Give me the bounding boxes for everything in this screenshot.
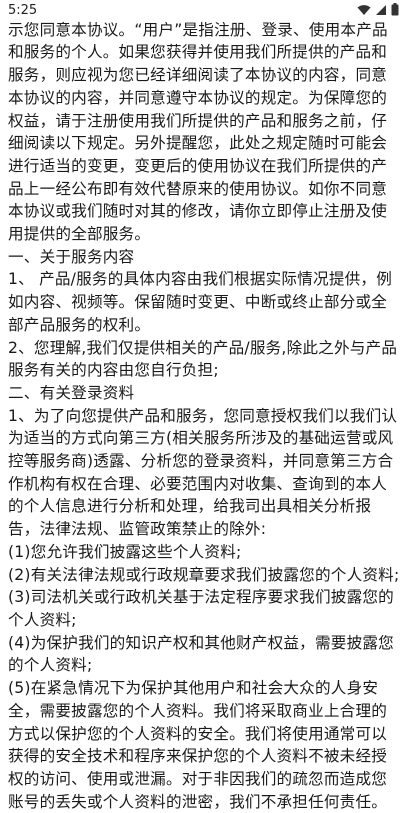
- disclosure-item-5: (5)在紧急情况下为保护其他用户和社会大众的人身安全，需要披露您的个人资料。我们…: [8, 679, 388, 811]
- login-clause-1: 1、为了向您提供产品和服务，您同意授权我们以我们认为适当的方式向第三方(相关服务…: [8, 406, 398, 539]
- section-heading-login-info: 二、有关登录资料: [8, 383, 135, 402]
- disclosure-item-3: (3)司法机关或行政机关基于法定程序要求我们披露您的个人资料;: [8, 588, 394, 629]
- agreement-content: 品和服务，请仔细阅读本协议。您的注册及使用行为表示您同意本协议。“用户”是指注册…: [8, 0, 401, 813]
- disclosure-item-1: (1)您允许我们披露这些个人资料;: [8, 542, 242, 561]
- section-heading-service-content: 一、关于服务内容: [8, 247, 135, 266]
- wifi-icon: [357, 1, 371, 20]
- agreement-intro: 品和服务，请仔细阅读本协议。您的注册及使用行为表示您同意本协议。“用户”是指注册…: [8, 0, 388, 244]
- battery-icon: [391, 1, 399, 20]
- status-time: 5:25: [8, 2, 38, 18]
- service-clause-2: 2、您理解,我们仅提供相关的产品/服务,除此之外与产品服务有关的内容由您自行负担…: [8, 338, 398, 380]
- disclosure-item-2: (2)有关法律法规或行政规章要求我们披露您的个人资料;: [8, 565, 400, 584]
- service-clause-1: 1、 产品/服务的具体内容由我们根据实际情况提供，例如内容、视频等。保留随时变更…: [8, 270, 392, 334]
- status-icons: [357, 1, 399, 20]
- status-bar: 5:25: [0, 0, 407, 20]
- disclosure-item-4: (4)为保护我们的知识产权和其他财产权益，需要披露您的个人资料;: [8, 633, 394, 675]
- cellular-signal-icon: [375, 1, 387, 20]
